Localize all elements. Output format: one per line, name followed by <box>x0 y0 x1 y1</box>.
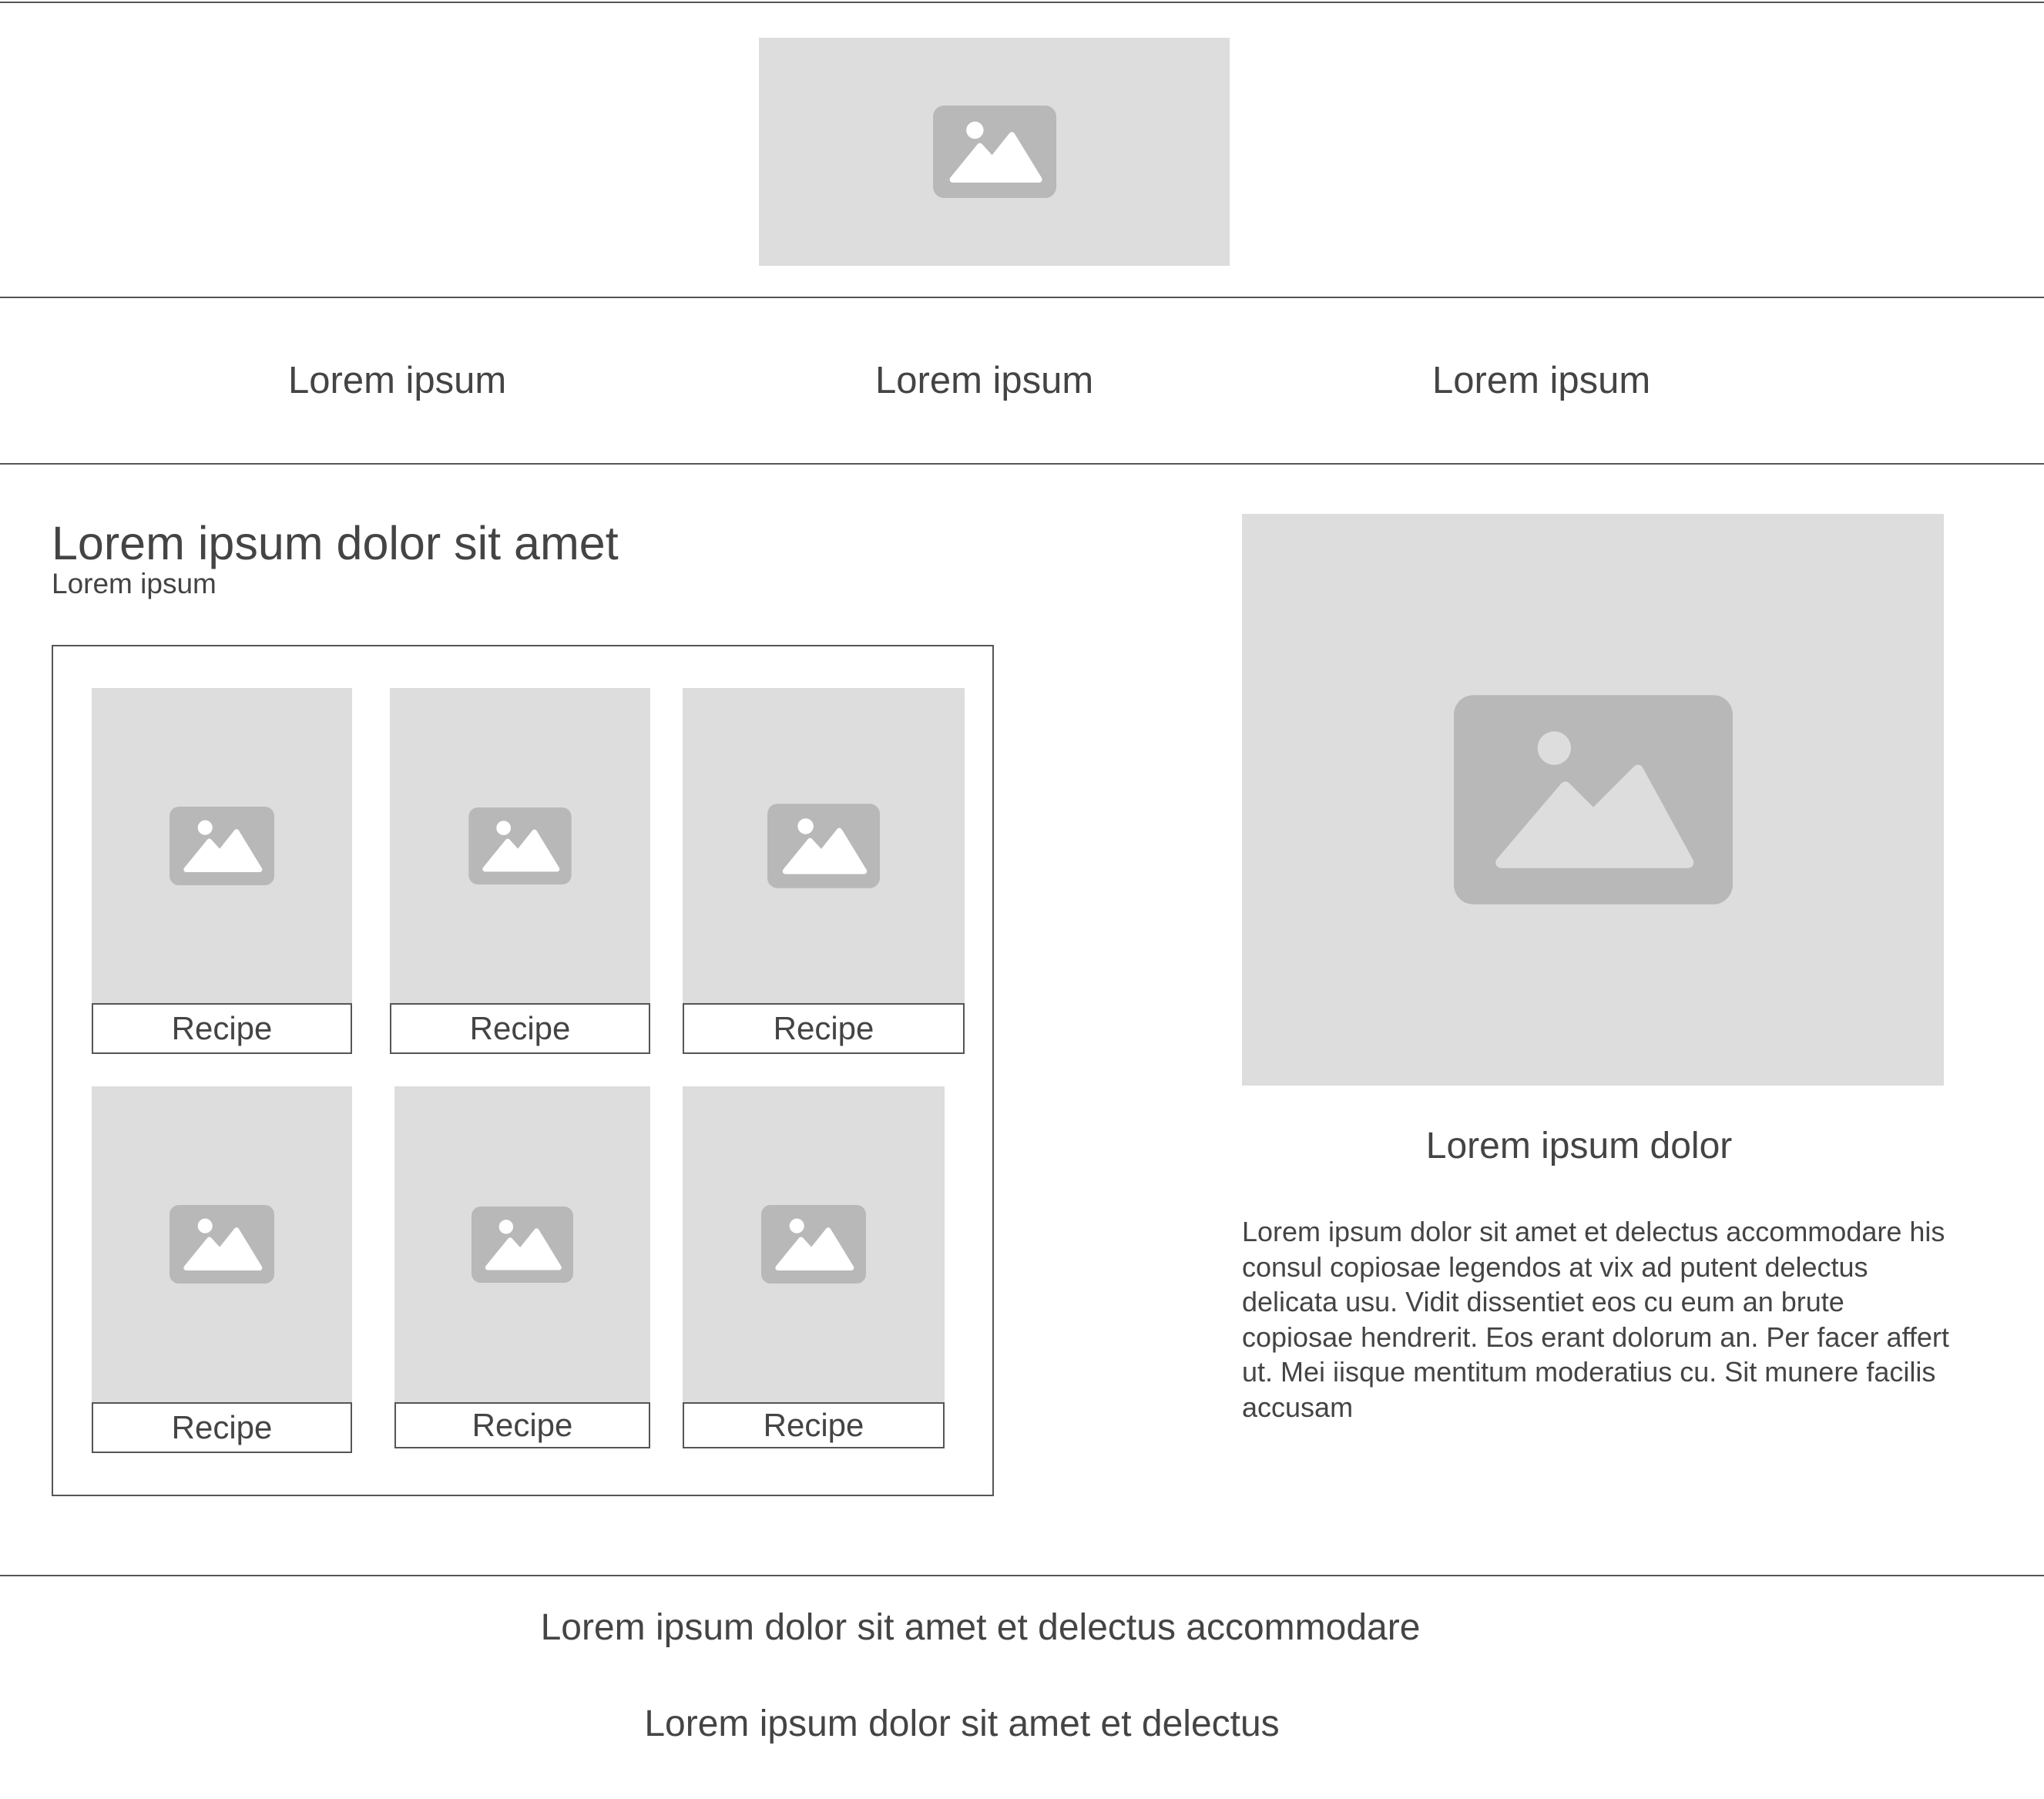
nav-item-3[interactable]: Lorem ipsum <box>1432 359 1650 402</box>
recipe-card-5-image[interactable] <box>394 1086 650 1402</box>
recipe-card-1-image[interactable] <box>92 688 352 1004</box>
image-placeholder-icon <box>932 106 1056 198</box>
image-placeholder-icon <box>169 1205 274 1284</box>
recipe-card-6-image[interactable] <box>683 1086 945 1402</box>
header-logo-image[interactable] <box>759 38 1230 266</box>
recipe-card-4-image[interactable] <box>92 1086 352 1402</box>
feature-image[interactable] <box>1242 514 1944 1086</box>
image-placeholder-icon <box>761 1205 866 1284</box>
image-placeholder-icon <box>767 804 880 888</box>
nav-item-1[interactable]: Lorem ipsum <box>288 359 506 402</box>
recipe-card-6-label[interactable]: Recipe <box>683 1402 945 1448</box>
recipe-card-5-label[interactable]: Recipe <box>394 1402 650 1448</box>
recipe-card-3-image[interactable] <box>683 688 965 1004</box>
image-placeholder-icon <box>1453 695 1733 905</box>
recipe-card-1-label[interactable]: Recipe <box>92 1003 352 1054</box>
page-subtitle: Lorem ipsum <box>52 568 216 599</box>
recipe-card-2-image[interactable] <box>390 688 650 1004</box>
image-placeholder-icon <box>468 807 572 884</box>
image-placeholder-icon <box>169 807 274 885</box>
recipe-card-4-label[interactable]: Recipe <box>92 1402 352 1453</box>
footer-line-2: Lorem ipsum dolor sit amet et delectus <box>644 1703 1280 1744</box>
image-placeholder-icon <box>472 1206 573 1283</box>
nav-item-2[interactable]: Lorem ipsum <box>875 359 1093 402</box>
recipe-card-2-label[interactable]: Recipe <box>390 1003 650 1054</box>
feature-body-text: Lorem ipsum dolor sit amet et delectus a… <box>1242 1216 1949 1423</box>
header-divider <box>0 297 2044 298</box>
nav-divider <box>0 463 2044 465</box>
top-border <box>0 2 2044 3</box>
feature-heading: Lorem ipsum dolor <box>1425 1126 1733 1166</box>
page-title: Lorem ipsum dolor sit amet <box>52 517 619 569</box>
recipe-card-3-label[interactable]: Recipe <box>683 1003 965 1054</box>
footer-line-1: Lorem ipsum dolor sit amet et delectus a… <box>540 1607 1421 1648</box>
footer-divider <box>0 1575 2044 1576</box>
